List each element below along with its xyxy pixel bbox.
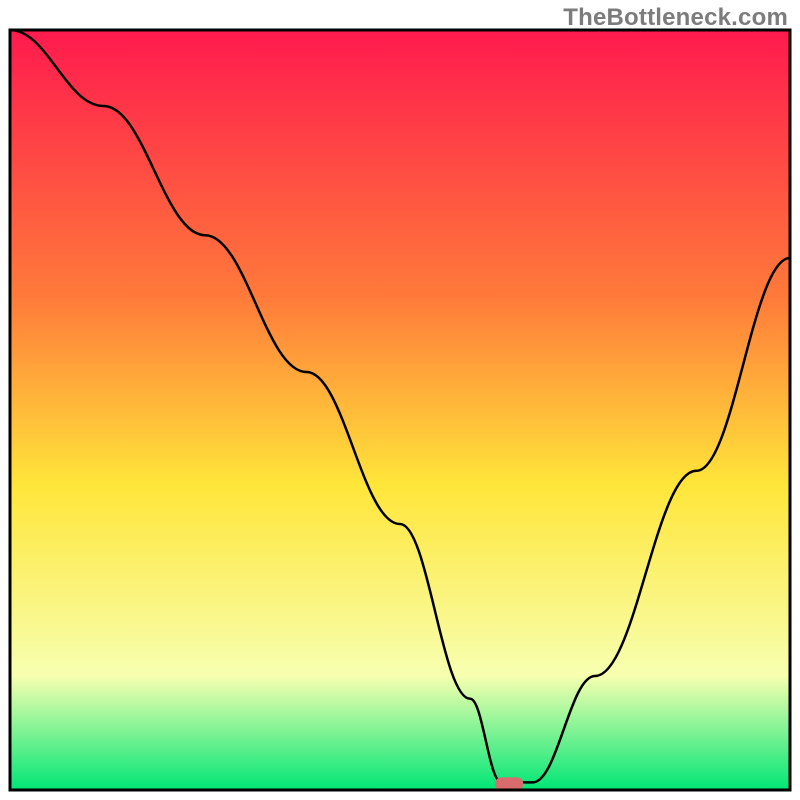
gradient-background: [10, 30, 790, 790]
bottleneck-chart: TheBottleneck.com: [0, 0, 800, 800]
watermark-text: TheBottleneck.com: [563, 4, 788, 32]
plot-svg: [0, 0, 800, 800]
highlight-capsule: [495, 777, 523, 790]
